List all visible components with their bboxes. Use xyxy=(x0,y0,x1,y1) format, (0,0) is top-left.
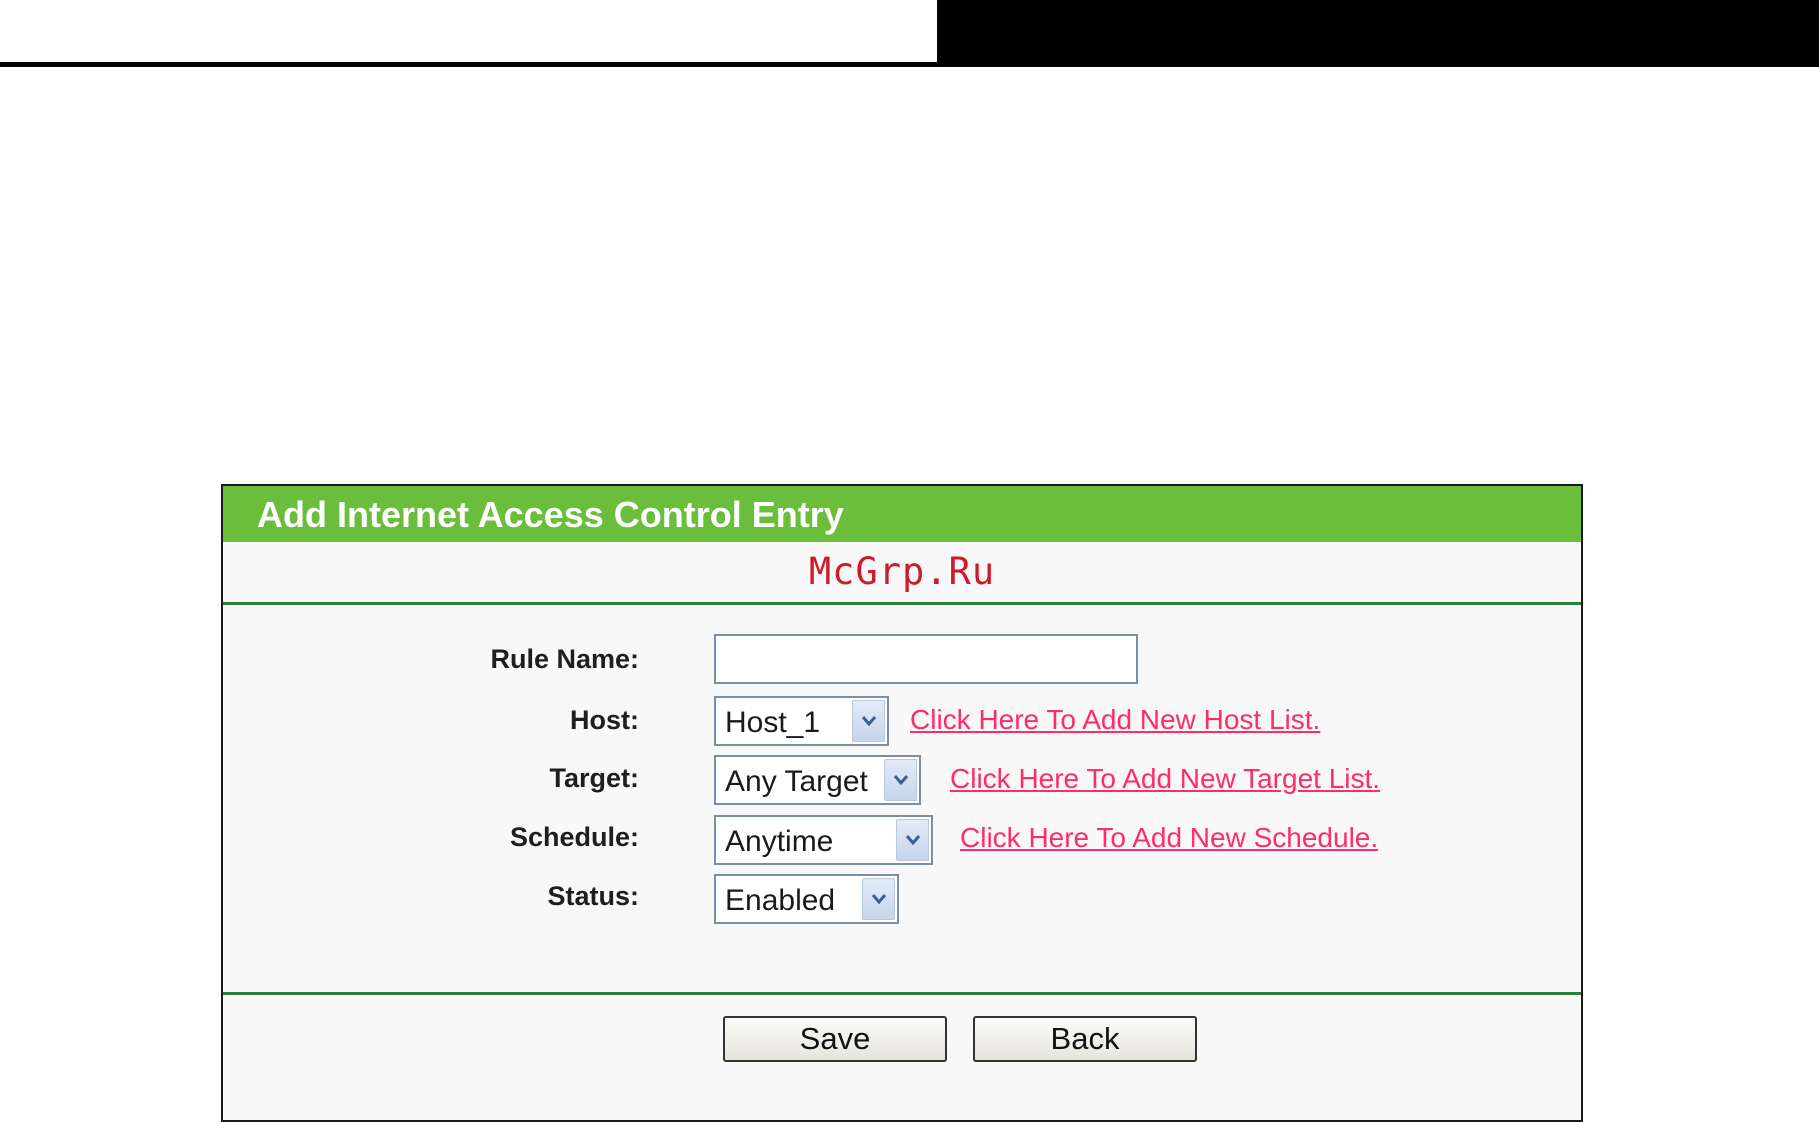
status-select-value: Enabled xyxy=(725,884,836,917)
watermark: McGrp.Ru xyxy=(808,550,996,593)
chevron-down-icon xyxy=(871,894,886,905)
access-control-panel: Add Internet Access Control Entry McGrp.… xyxy=(221,484,1583,1122)
status-select[interactable]: Enabled xyxy=(714,874,899,924)
divider-bottom xyxy=(223,992,1581,995)
host-select[interactable]: Host_1 xyxy=(714,696,889,746)
header-rule xyxy=(0,62,1819,67)
schedule-dropdown-button[interactable] xyxy=(896,819,929,861)
status-label: Status: xyxy=(547,881,639,911)
target-select[interactable]: Any Target xyxy=(714,755,921,805)
schedule-select-value: Anytime xyxy=(725,825,834,858)
panel-title: Add Internet Access Control Entry xyxy=(257,494,844,535)
page-header xyxy=(0,0,1819,68)
schedule-label: Schedule: xyxy=(509,822,639,852)
host-select-value: Host_1 xyxy=(725,706,821,739)
host-dropdown-button[interactable] xyxy=(852,700,885,742)
chevron-down-icon xyxy=(893,775,908,786)
rule-name-label: Rule Name: xyxy=(490,644,639,674)
save-button[interactable]: Save xyxy=(723,1016,947,1062)
rule-name-input[interactable] xyxy=(714,634,1138,684)
chevron-down-icon xyxy=(905,835,920,846)
status-dropdown-button[interactable] xyxy=(862,878,895,920)
add-host-list-link[interactable]: Click Here To Add New Host List. xyxy=(910,704,1320,736)
target-select-value: Any Target xyxy=(725,765,868,798)
add-target-list-link[interactable]: Click Here To Add New Target List. xyxy=(950,763,1380,795)
schedule-select[interactable]: Anytime xyxy=(714,815,933,865)
chevron-down-icon xyxy=(861,716,876,727)
host-label: Host: xyxy=(570,705,639,735)
target-label: Target: xyxy=(549,763,639,793)
target-dropdown-button[interactable] xyxy=(884,759,917,801)
divider-top xyxy=(223,602,1581,605)
header-black-bar xyxy=(937,0,1819,66)
add-schedule-link[interactable]: Click Here To Add New Schedule. xyxy=(960,822,1378,854)
panel-title-bar: Add Internet Access Control Entry xyxy=(223,486,1581,542)
back-button[interactable]: Back xyxy=(973,1016,1197,1062)
